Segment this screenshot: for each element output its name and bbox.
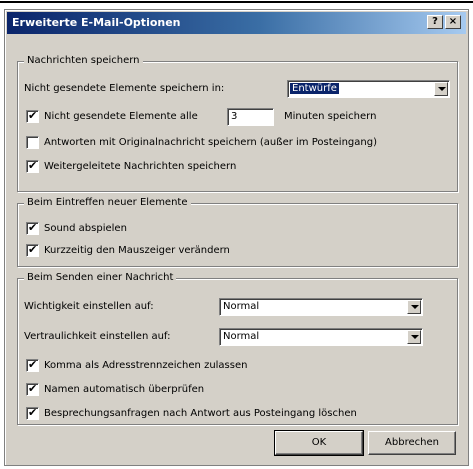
dropdown-arrow-icon[interactable] bbox=[407, 330, 421, 344]
group-new-items: Beim Eintreffen neuer Elemente ✔ Sound a… bbox=[17, 197, 458, 267]
save-replies-label: Antworten mit Originalnachricht speicher… bbox=[44, 137, 377, 148]
check-names-label: Namen automatisch überprüfen bbox=[44, 384, 205, 395]
play-sound-label: Sound abspielen bbox=[44, 223, 127, 234]
checkmark-icon: ✔ bbox=[28, 109, 38, 122]
save-replies-checkbox[interactable] bbox=[26, 136, 39, 149]
group-arrival-legend: Beim Eintreffen neuer Elemente bbox=[24, 197, 191, 208]
unsent-folder-select[interactable]: Entwürfe bbox=[287, 80, 450, 98]
change-cursor-label: Kurzzeitig den Mauszeiger verändern bbox=[44, 245, 230, 256]
importance-value: Normal bbox=[223, 301, 260, 312]
sensitivity-label: Vertraulichkeit einstellen auf: bbox=[24, 331, 171, 342]
checkmark-icon: ✔ bbox=[28, 243, 38, 256]
delete-meeting-requests-checkbox[interactable]: ✔ bbox=[26, 406, 39, 420]
unsent-folder-label: Nicht gesendete Elemente speichern in: bbox=[24, 83, 225, 94]
group-save-legend: Nachrichten speichern bbox=[24, 55, 143, 66]
background-divider bbox=[0, 1, 473, 3]
change-cursor-checkbox[interactable]: ✔ bbox=[26, 243, 39, 257]
close-button[interactable]: × bbox=[445, 15, 461, 29]
title-bar: Erweiterte E-Mail-Optionen ? × bbox=[7, 12, 466, 34]
group-sending-legend: Beim Senden einer Nachricht bbox=[24, 272, 177, 283]
delete-meeting-requests-label: Besprechungsanfragen nach Antwort aus Po… bbox=[44, 408, 357, 419]
save-forwarded-label: Weitergeleitete Nachrichten speichern bbox=[44, 161, 237, 172]
checkmark-icon: ✔ bbox=[28, 406, 38, 419]
checkmark-icon: ✔ bbox=[28, 382, 38, 395]
checkmark-icon: ✔ bbox=[28, 159, 38, 172]
importance-label: Wichtigkeit einstellen auf: bbox=[24, 301, 154, 312]
checkmark-icon: ✔ bbox=[28, 221, 38, 234]
save-forwarded-checkbox[interactable]: ✔ bbox=[26, 159, 39, 173]
unsent-folder-value: Entwürfe bbox=[290, 83, 339, 94]
ok-button[interactable]: OK bbox=[274, 430, 364, 456]
group-sending: Beim Senden einer Nachricht Wichtigkeit … bbox=[17, 272, 458, 425]
autosave-minutes-input[interactable]: 3 bbox=[227, 108, 274, 126]
comma-separator-label: Komma als Adresstrennzeichen zulassen bbox=[44, 360, 248, 371]
dropdown-arrow-icon[interactable] bbox=[407, 300, 421, 314]
autosave-label-before: Nicht gesendete Elemente alle bbox=[44, 111, 198, 122]
sensitivity-value: Normal bbox=[223, 331, 260, 342]
check-names-checkbox[interactable]: ✔ bbox=[26, 382, 39, 396]
cancel-button[interactable]: Abbrechen bbox=[368, 431, 456, 455]
dialog-title: Erweiterte E-Mail-Optionen bbox=[12, 16, 181, 29]
dropdown-arrow-icon[interactable] bbox=[434, 82, 448, 96]
play-sound-checkbox[interactable]: ✔ bbox=[26, 221, 39, 235]
group-save-messages: Nachrichten speichern Nicht gesendete El… bbox=[17, 55, 458, 192]
importance-select[interactable]: Normal bbox=[219, 298, 423, 316]
checkmark-icon: ✔ bbox=[28, 358, 38, 371]
sensitivity-select[interactable]: Normal bbox=[219, 328, 423, 346]
help-button[interactable]: ? bbox=[427, 15, 443, 29]
autosave-checkbox[interactable]: ✔ bbox=[26, 109, 39, 123]
comma-separator-checkbox[interactable]: ✔ bbox=[26, 358, 39, 372]
autosave-label-after: Minuten speichern bbox=[284, 111, 377, 122]
advanced-email-options-dialog: Erweiterte E-Mail-Optionen ? × Nachricht… bbox=[4, 9, 469, 466]
